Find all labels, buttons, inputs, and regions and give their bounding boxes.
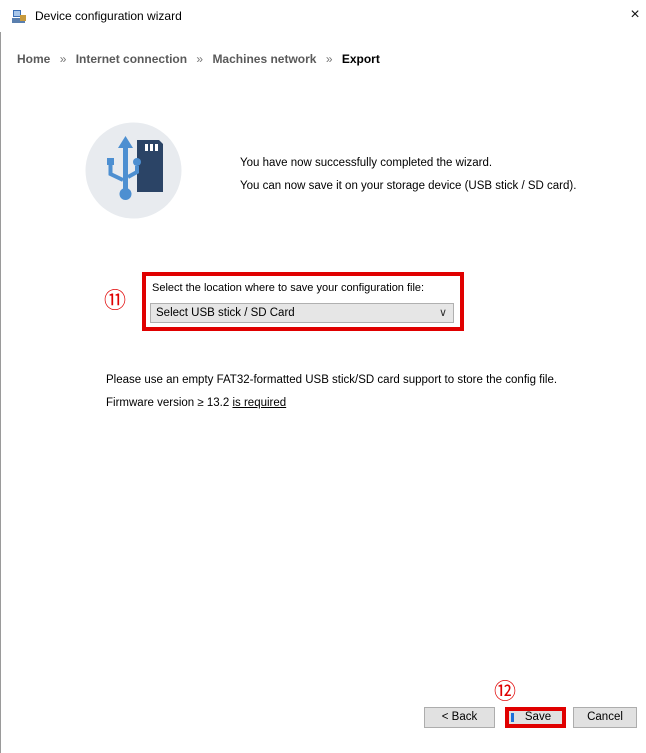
step-12-annotation: ⑫: [494, 679, 517, 704]
window-title: Device configuration wizard: [35, 9, 182, 23]
success-message: You have now successfully completed the …: [240, 152, 576, 198]
window-border: [0, 0, 1, 753]
fat32-hint: Please use an empty FAT32-formatted USB …: [106, 374, 558, 386]
breadcrumb-internet-connection[interactable]: Internet connection: [76, 52, 187, 66]
storage-location-value: Select USB stick / SD Card: [156, 307, 295, 319]
save-button-label: Save: [524, 711, 552, 723]
focus-indicator: [511, 713, 514, 722]
close-icon[interactable]: ×: [626, 5, 644, 25]
success-line-2: You can now save it on your storage devi…: [240, 180, 577, 192]
step-11-annotation: ⑪: [104, 288, 127, 313]
title-bar: Device configuration wizard ×: [0, 0, 646, 32]
firmware-requirement: Firmware version ≥ 13.2 is required: [106, 392, 557, 415]
save-button[interactable]: Save: [505, 707, 566, 728]
app-icon: [11, 9, 27, 24]
storage-location-select[interactable]: Select USB stick / SD Card ∨: [150, 303, 454, 323]
cancel-button[interactable]: Cancel: [573, 707, 637, 728]
success-line-1: You have now successfully completed the …: [240, 157, 493, 169]
back-button[interactable]: < Back: [424, 707, 495, 728]
breadcrumb-home[interactable]: Home: [17, 52, 50, 66]
breadcrumb: Home » Internet connection » Machines ne…: [17, 52, 380, 66]
breadcrumb-separator: »: [59, 52, 67, 66]
location-label: Select the location where to save your c…: [152, 282, 425, 294]
firmware-required-link[interactable]: is required: [232, 397, 286, 409]
breadcrumb-separator: »: [325, 52, 333, 66]
info-text: Please use an empty FAT32-formatted USB …: [106, 369, 557, 415]
chevron-down-icon: ∨: [438, 307, 447, 319]
breadcrumb-separator: »: [196, 52, 204, 66]
breadcrumb-machines-network[interactable]: Machines network: [212, 52, 316, 66]
usb-sd-card-icon: [85, 122, 182, 219]
breadcrumb-export: Export: [341, 52, 380, 66]
firmware-prefix: Firmware version ≥ 13.2: [106, 397, 233, 409]
